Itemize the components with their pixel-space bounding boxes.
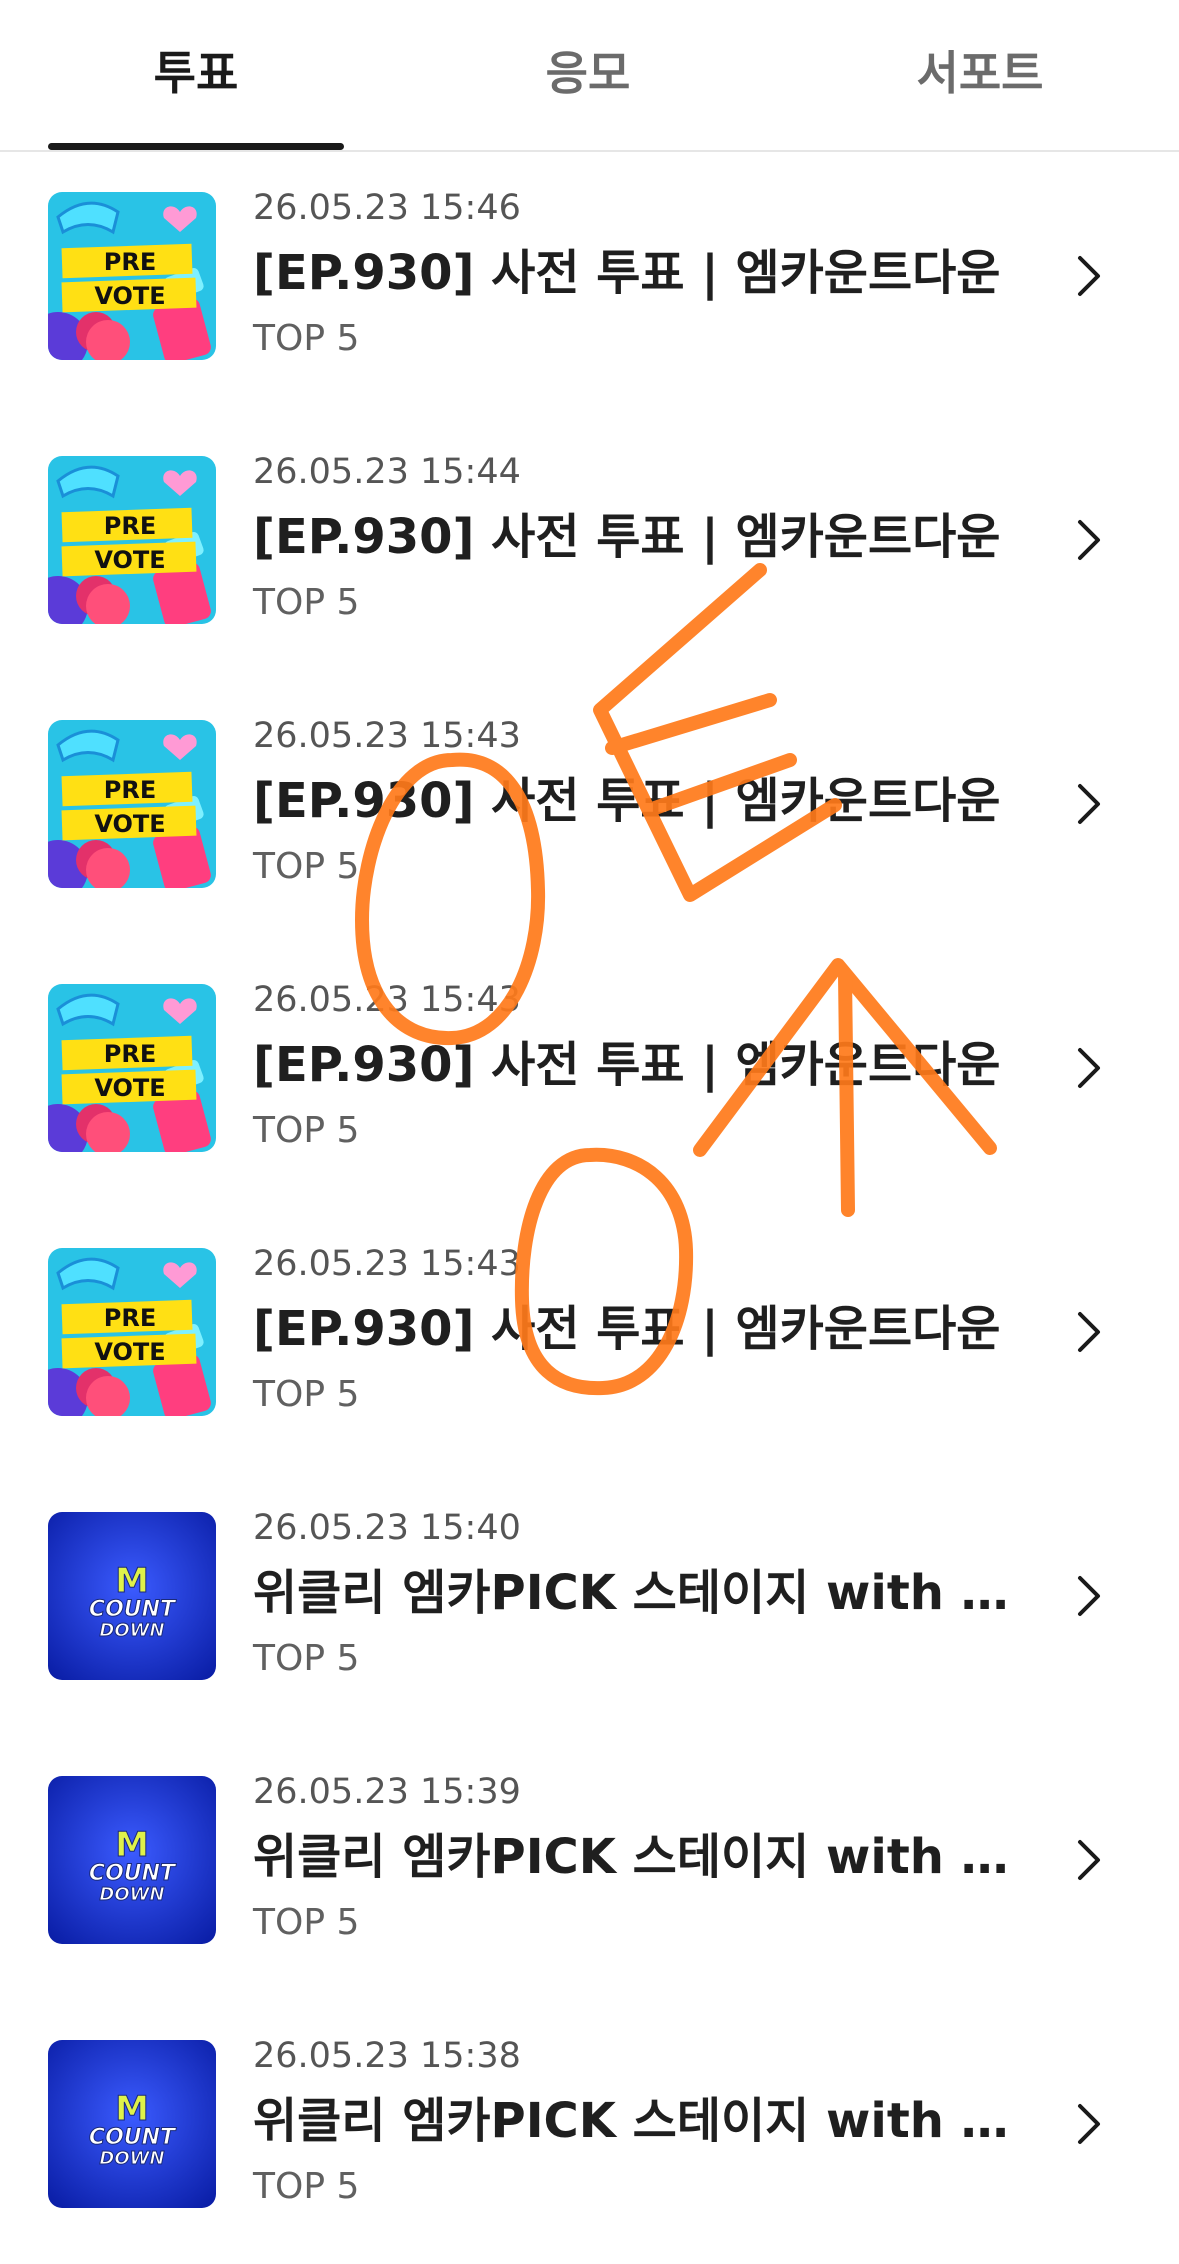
svg-text:PRE: PRE [104, 512, 156, 540]
item-date: 26.05.23 15:43 [253, 980, 521, 1020]
list-item[interactable]: PRE VOTE 26.05.23 15:43 [EP.930] 사전 투표 | 엠카… [0, 680, 1179, 944]
list-item[interactable]: M COUNT DOWN 26.05.23 15:39 위클리 엠카PICK 스테이지 … [0, 1736, 1179, 2000]
active-tab-indicator [48, 143, 344, 150]
chevron-right-icon[interactable] [1070, 1572, 1106, 1620]
svg-text:VOTE: VOTE [94, 1074, 165, 1102]
countdown-thumbnail: M COUNT DOWN [48, 1776, 216, 1944]
list-item[interactable]: M COUNT DOWN 26.05.23 15:38 위클리 엠카PICK 스테이지 … [0, 2000, 1179, 2264]
svg-text:COUNT: COUNT [89, 2125, 177, 2150]
item-subtitle: TOP 5 [253, 1638, 360, 1679]
tab-bar: 투표 응모 서포트 [0, 0, 1179, 152]
svg-text:VOTE: VOTE [94, 810, 165, 838]
item-subtitle: TOP 5 [253, 2166, 360, 2207]
svg-text:COUNT: COUNT [89, 1597, 177, 1622]
item-subtitle: TOP 5 [253, 582, 360, 623]
chevron-right-icon[interactable] [1070, 1836, 1106, 1884]
item-title: [EP.930] 사전 투표 | 엠카운트다운 [253, 773, 1001, 829]
chevron-right-icon[interactable] [1070, 516, 1106, 564]
item-subtitle: TOP 5 [253, 1374, 360, 1415]
list-item[interactable]: PRE VOTE 26.05.23 15:44 [EP.930] 사전 투표 | 엠카… [0, 416, 1179, 680]
prevote-thumbnail: PRE VOTE [48, 720, 216, 888]
item-date: 26.05.23 15:39 [253, 1772, 521, 1812]
tab-apply[interactable]: 응모 [392, 38, 784, 108]
chevron-right-icon[interactable] [1070, 780, 1106, 828]
svg-text:M: M [115, 2089, 149, 2129]
list-item[interactable]: M COUNT DOWN 26.05.23 15:40 위클리 엠카PICK 스테이지 … [0, 1472, 1179, 1736]
item-title: [EP.930] 사전 투표 | 엠카운트다운 [253, 1037, 1001, 1093]
item-date: 26.05.23 15:46 [253, 188, 521, 228]
svg-text:VOTE: VOTE [94, 1338, 165, 1366]
list-item[interactable]: PRE VOTE 26.05.23 15:43 [EP.930] 사전 투표 | 엠카… [0, 944, 1179, 1208]
chevron-right-icon[interactable] [1070, 252, 1106, 300]
item-date: 26.05.23 15:43 [253, 716, 521, 756]
list-item[interactable]: PRE VOTE 26.05.23 15:46 [EP.930] 사전 투표 | 엠카… [0, 152, 1179, 416]
prevote-thumbnail: PRE VOTE [48, 456, 216, 624]
prevote-thumbnail: PRE VOTE [48, 192, 216, 360]
countdown-thumbnail: M COUNT DOWN [48, 1512, 216, 1680]
prevote-thumbnail: PRE VOTE [48, 1248, 216, 1416]
svg-text:M: M [115, 1825, 149, 1865]
item-subtitle: TOP 5 [253, 1902, 360, 1943]
chevron-right-icon[interactable] [1070, 1044, 1106, 1092]
item-date: 26.05.23 15:43 [253, 1244, 521, 1284]
item-title: [EP.930] 사전 투표 | 엠카운트다운 [253, 245, 1001, 301]
svg-text:COUNT: COUNT [89, 1861, 177, 1886]
item-title: [EP.930] 사전 투표 | 엠카운트다운 [253, 509, 1001, 565]
item-date: 26.05.23 15:44 [253, 452, 521, 492]
item-title: 위클리 엠카PICK 스테이지 with KUR... [253, 1565, 1023, 1621]
svg-text:M: M [115, 1561, 149, 1601]
chevron-right-icon[interactable] [1070, 2100, 1106, 2148]
chevron-right-icon[interactable] [1070, 1308, 1106, 1356]
countdown-thumbnail: M COUNT DOWN [48, 2040, 216, 2208]
svg-text:VOTE: VOTE [94, 282, 165, 310]
svg-text:DOWN: DOWN [99, 2148, 164, 2169]
item-date: 26.05.23 15:40 [253, 1508, 521, 1548]
svg-text:DOWN: DOWN [99, 1884, 164, 1905]
item-date: 26.05.23 15:38 [253, 2036, 521, 2076]
svg-text:PRE: PRE [104, 1040, 156, 1068]
svg-text:VOTE: VOTE [94, 546, 165, 574]
svg-text:PRE: PRE [104, 776, 156, 804]
item-title: [EP.930] 사전 투표 | 엠카운트다운 [253, 1301, 1001, 1357]
item-subtitle: TOP 5 [253, 1110, 360, 1151]
svg-text:PRE: PRE [104, 248, 156, 276]
item-subtitle: TOP 5 [253, 846, 360, 887]
item-title: 위클리 엠카PICK 스테이지 with KUR... [253, 2093, 1023, 2149]
svg-text:PRE: PRE [104, 1304, 156, 1332]
list-item[interactable]: PRE VOTE 26.05.23 15:43 [EP.930] 사전 투표 | 엠카… [0, 1208, 1179, 1472]
prevote-thumbnail: PRE VOTE [48, 984, 216, 1152]
item-title: 위클리 엠카PICK 스테이지 with KUR... [253, 1829, 1023, 1885]
item-subtitle: TOP 5 [253, 318, 360, 359]
svg-text:DOWN: DOWN [99, 1620, 164, 1641]
tab-vote[interactable]: 투표 [0, 38, 392, 108]
tab-support[interactable]: 서포트 [784, 38, 1176, 108]
